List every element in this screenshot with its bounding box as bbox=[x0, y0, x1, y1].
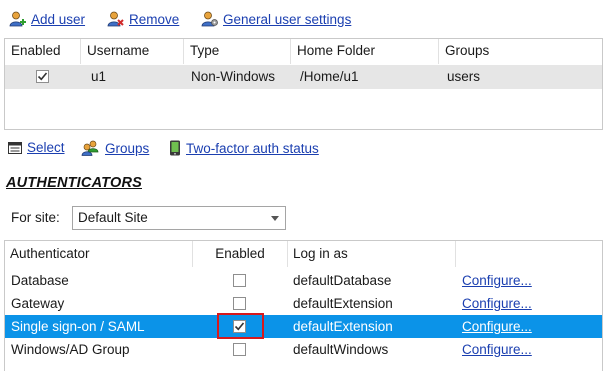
select-button[interactable]: Select bbox=[8, 140, 65, 155]
column-header-authenticator[interactable]: Authenticator bbox=[5, 241, 193, 267]
configure-link[interactable]: Configure... bbox=[462, 315, 532, 338]
authenticator-row-sso-saml[interactable]: Single sign-on / SAML defaultExtension C… bbox=[5, 315, 602, 338]
authenticator-name: Single sign-on / SAML bbox=[11, 319, 145, 334]
remove-label[interactable]: Remove bbox=[129, 12, 179, 27]
authenticator-name: Database bbox=[11, 273, 69, 288]
authenticator-row-windows-ad-group[interactable]: Windows/AD Group defaultWindows Configur… bbox=[5, 338, 602, 361]
user-add-icon bbox=[9, 11, 26, 27]
log-in-as-cell: defaultWindows bbox=[293, 342, 389, 357]
enabled-checkbox[interactable] bbox=[233, 320, 246, 333]
column-header-enabled[interactable]: Enabled bbox=[193, 241, 288, 267]
add-user-label[interactable]: Add user bbox=[31, 12, 85, 27]
groups-cell: users bbox=[447, 69, 481, 84]
log-in-as-cell: defaultExtension bbox=[293, 319, 393, 334]
two-factor-auth-status-label[interactable]: Two-factor auth status bbox=[186, 141, 319, 156]
configure-link[interactable]: Configure... bbox=[462, 338, 532, 361]
username-cell: u1 bbox=[91, 69, 107, 84]
configure-link[interactable]: Configure... bbox=[462, 269, 532, 292]
authenticator-name: Windows/AD Group bbox=[11, 342, 130, 357]
user-toolbar: Add user Remove General user settings bbox=[0, 0, 603, 38]
chevron-down-icon bbox=[271, 216, 279, 221]
authenticator-row-gateway[interactable]: Gateway defaultExtension Configure... bbox=[5, 292, 602, 315]
column-header-type[interactable]: Type bbox=[184, 39, 291, 64]
type-cell: Non-Windows bbox=[191, 69, 276, 84]
group-icon bbox=[81, 140, 100, 156]
users-table: Enabled Username Type Home Folder Groups… bbox=[4, 38, 603, 130]
enabled-checkbox[interactable] bbox=[233, 343, 246, 356]
table-row[interactable]: u1 Non-Windows /Home/u1 users bbox=[5, 65, 602, 89]
list-icon bbox=[8, 141, 22, 155]
log-in-as-cell: defaultExtension bbox=[293, 296, 393, 311]
general-user-settings-label[interactable]: General user settings bbox=[223, 12, 351, 27]
users-table-header: Enabled Username Type Home Folder Groups bbox=[5, 39, 602, 64]
phone-icon bbox=[169, 140, 181, 156]
column-header-action bbox=[456, 241, 603, 267]
groups-label[interactable]: Groups bbox=[105, 141, 149, 156]
site-select-value: Default Site bbox=[78, 210, 148, 225]
enabled-checkbox[interactable] bbox=[233, 274, 246, 287]
authenticators-table-header: Authenticator Enabled Log in as bbox=[5, 241, 602, 267]
log-in-as-cell: defaultDatabase bbox=[293, 273, 392, 288]
for-site-label: For site: bbox=[11, 210, 60, 225]
column-header-enabled[interactable]: Enabled bbox=[5, 39, 81, 64]
configure-link[interactable]: Configure... bbox=[462, 292, 532, 315]
enabled-checkbox[interactable] bbox=[36, 70, 49, 83]
add-user-button[interactable]: Add user bbox=[9, 11, 85, 27]
two-factor-auth-status-button[interactable]: Two-factor auth status bbox=[169, 140, 319, 156]
user-actions-toolbar: Select Groups Two-factor auth status bbox=[0, 140, 603, 162]
authenticator-row-database[interactable]: Database defaultDatabase Configure... bbox=[5, 269, 602, 292]
home-folder-cell: /Home/u1 bbox=[300, 69, 359, 84]
column-header-home-folder[interactable]: Home Folder bbox=[291, 39, 439, 64]
checkmark-icon bbox=[37, 72, 48, 81]
column-header-username[interactable]: Username bbox=[81, 39, 184, 64]
authenticator-name: Gateway bbox=[11, 296, 65, 311]
user-settings-icon bbox=[201, 11, 218, 27]
groups-button[interactable]: Groups bbox=[81, 140, 149, 156]
authenticators-table: Authenticator Enabled Log in as Database… bbox=[4, 240, 603, 371]
remove-button[interactable]: Remove bbox=[107, 11, 179, 27]
user-remove-icon bbox=[107, 11, 124, 27]
column-header-log-in-as[interactable]: Log in as bbox=[288, 241, 456, 267]
column-header-groups[interactable]: Groups bbox=[439, 39, 603, 64]
site-select[interactable]: Default Site bbox=[72, 206, 286, 230]
select-label[interactable]: Select bbox=[27, 140, 65, 155]
authenticators-heading: AUTHENTICATORS bbox=[6, 175, 142, 191]
checkmark-icon bbox=[234, 322, 245, 331]
enabled-checkbox[interactable] bbox=[233, 297, 246, 310]
general-user-settings-button[interactable]: General user settings bbox=[201, 11, 351, 27]
